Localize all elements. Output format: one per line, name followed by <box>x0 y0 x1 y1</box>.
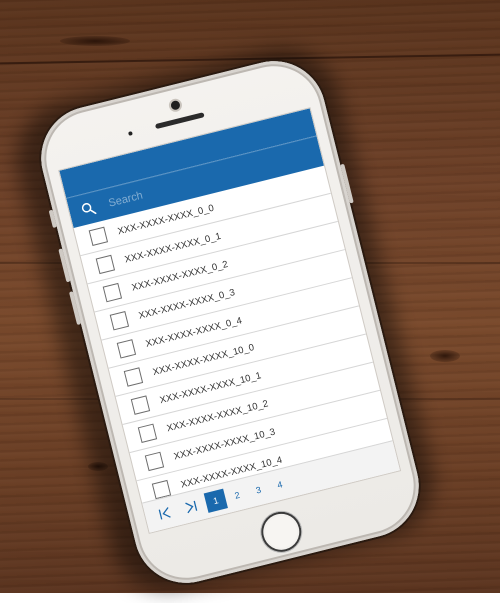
item-checkbox[interactable] <box>103 283 122 302</box>
front-camera <box>170 100 181 111</box>
last-page-icon[interactable] <box>179 496 203 518</box>
item-checkbox[interactable] <box>117 339 136 358</box>
search-icon[interactable] <box>80 200 97 217</box>
page-button-1[interactable]: 1 <box>204 489 228 513</box>
home-button[interactable] <box>257 508 305 556</box>
item-checkbox[interactable] <box>124 367 143 386</box>
wood-knot <box>60 36 130 46</box>
page-button-3[interactable]: 3 <box>246 478 270 502</box>
item-checkbox[interactable] <box>110 311 129 330</box>
page-button-2[interactable]: 2 <box>225 483 249 507</box>
item-checkbox[interactable] <box>145 452 164 471</box>
item-checkbox[interactable] <box>96 255 115 274</box>
page-button-4[interactable]: 4 <box>268 473 292 497</box>
item-checkbox[interactable] <box>138 424 157 443</box>
first-page-icon[interactable] <box>153 502 177 524</box>
proximity-sensor <box>128 131 133 136</box>
earpiece-speaker <box>155 112 205 129</box>
item-checkbox[interactable] <box>131 395 150 414</box>
item-checkbox[interactable] <box>89 227 108 246</box>
wood-knot <box>430 350 460 362</box>
